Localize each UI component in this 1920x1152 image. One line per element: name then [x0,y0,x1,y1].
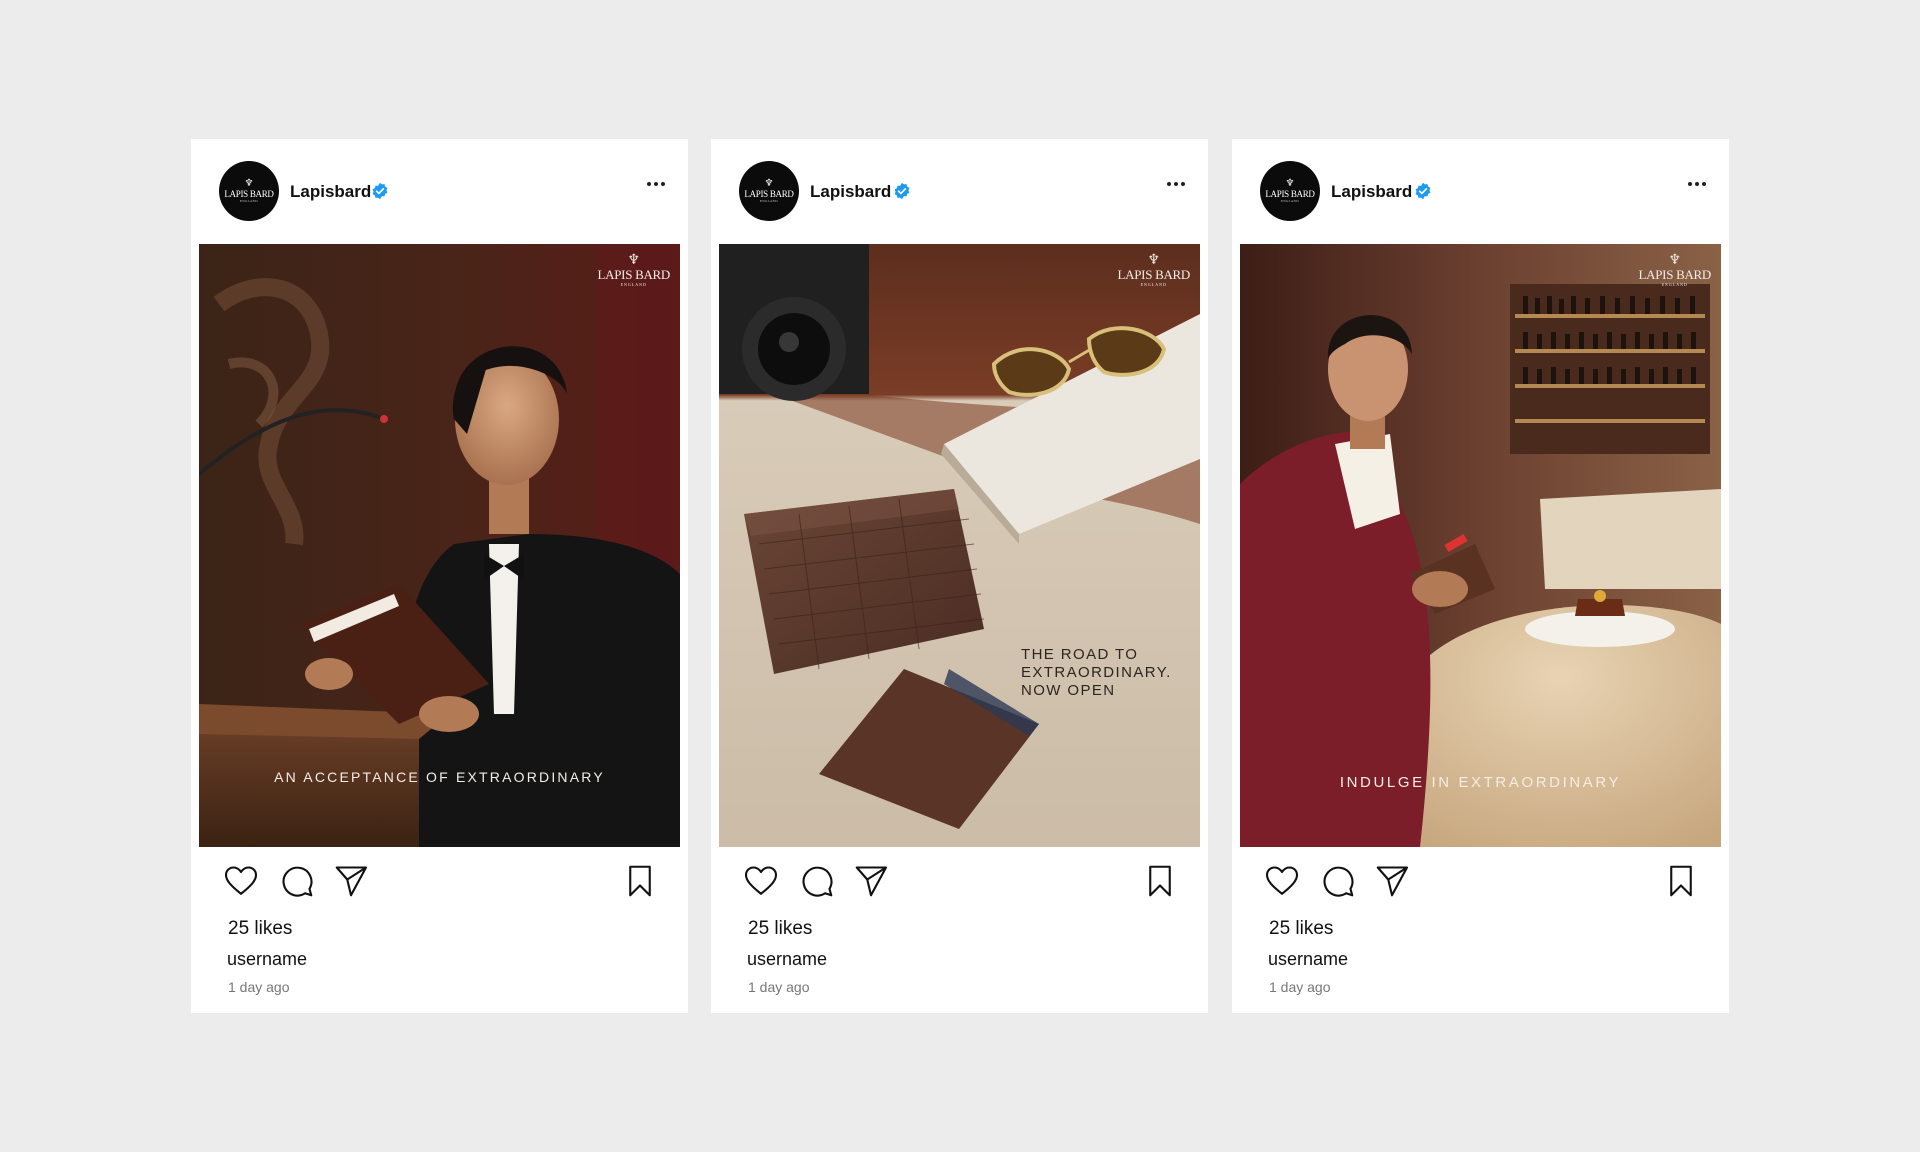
heart-icon[interactable] [1264,863,1300,899]
lyre-icon: ♆ [627,253,641,268]
post-image[interactable]: ♆ LAPIS BARD ENGLAND INDULGE IN EXTRAORD… [1240,244,1721,847]
caption-line: THE ROAD TO [1021,646,1139,663]
more-options-button[interactable] [642,175,670,193]
lyre-icon: ♆ [244,178,254,189]
likes-count[interactable]: 25 likes [228,918,292,940]
post-actions [711,859,1208,903]
more-dot [1702,182,1706,186]
more-dot [1695,182,1699,186]
send-icon[interactable] [333,863,369,899]
more-options-icon [647,182,651,186]
lyre-icon: ♆ [1668,253,1682,268]
post-header: ♆ LAPIS BARD ENGLAND Lapisbard [711,139,1208,244]
bookmark-icon[interactable] [1142,863,1178,899]
post-header: ♆ LAPIS BARD ENGLAND Lapisbard [191,139,688,244]
likes-count[interactable]: 25 likes [1269,918,1333,940]
avatar-logo-subtext: ENGLAND [240,199,258,203]
account-name[interactable]: Lapisbard [810,182,891,202]
post-timestamp: 1 day ago [228,979,290,995]
post-card-1: ♆ LAPIS BARD ENGLAND Lapisbard ♆ LAPIS B… [191,139,688,1013]
more-options-button[interactable] [1162,175,1190,193]
image-logo-text: LAPIS BARD [1117,267,1191,282]
bookmark-icon[interactable] [622,863,658,899]
image-caption: INDULGE IN EXTRAORDINARY [1339,774,1622,791]
lyre-icon: ♆ [1285,178,1295,189]
post-photo-wallets [719,244,1200,847]
verified-badge-icon [372,182,388,200]
post-image[interactable]: ♆ LAPIS BARD ENGLAND THE ROAD TO EXTRAOR… [719,244,1200,847]
more-options-icon [1688,182,1692,186]
image-caption: AN ACCEPTANCE OF EXTRAORDINARY [274,769,605,785]
username[interactable]: username [1268,949,1348,970]
comment-icon[interactable] [1320,863,1356,899]
caption-line: EXTRAORDINARY. [1021,664,1172,681]
heart-icon[interactable] [223,863,259,899]
comment-icon[interactable] [279,863,315,899]
comment-icon[interactable] [799,863,835,899]
post-card-2: ♆ LAPIS BARD ENGLAND Lapisbard ♆ LAPIS B… [711,139,1208,1013]
post-header: ♆ LAPIS BARD ENGLAND Lapisbard [1232,139,1729,244]
image-logo-text: LAPIS BARD [1638,267,1712,282]
more-dot [661,182,665,186]
post-timestamp: 1 day ago [1269,979,1331,995]
image-brand-logo: ♆ LAPIS BARD ENGLAND [598,254,671,288]
avatar[interactable]: ♆ LAPIS BARD ENGLAND [219,161,279,221]
avatar[interactable]: ♆ LAPIS BARD ENGLAND [739,161,799,221]
image-logo-text: LAPIS BARD [597,267,671,282]
more-dot [1181,182,1185,186]
post-actions [191,859,688,903]
post-image[interactable]: ♆ LAPIS BARD ENGLAND AN ACCEPTANCE OF EX… [199,244,680,847]
post-actions [1232,859,1729,903]
post-timestamp: 1 day ago [748,979,810,995]
verified-badge-icon [894,182,910,200]
image-logo-subtext: ENGLAND [1661,282,1688,287]
lyre-icon: ♆ [1147,253,1161,268]
image-logo-subtext: ENGLAND [1140,282,1167,287]
account-name[interactable]: Lapisbard [1331,182,1412,202]
post-card-3: ♆ LAPIS BARD ENGLAND Lapisbard ♆ LAPIS B… [1232,139,1729,1013]
heart-icon[interactable] [743,863,779,899]
avatar[interactable]: ♆ LAPIS BARD ENGLAND [1260,161,1320,221]
image-logo-subtext: ENGLAND [620,282,647,287]
avatar-logo-text: LAPIS BARD [744,189,794,199]
more-options-button[interactable] [1683,175,1711,193]
verified-badge-icon [1415,182,1431,200]
send-icon[interactable] [853,863,889,899]
send-icon[interactable] [1374,863,1410,899]
bookmark-icon[interactable] [1663,863,1699,899]
caption-line: NOW OPEN [1021,682,1116,699]
avatar-logo-text: LAPIS BARD [1265,189,1315,199]
post-photo-restaurant [1240,244,1721,847]
lyre-icon: ♆ [764,178,774,189]
avatar-logo-text: LAPIS BARD [224,189,274,199]
image-caption: THE ROAD TO EXTRAORDINARY. NOW OPEN [1021,646,1172,700]
username[interactable]: username [227,949,307,970]
username[interactable]: username [747,949,827,970]
more-options-icon [1167,182,1171,186]
likes-count[interactable]: 25 likes [748,918,812,940]
post-photo-tuxedo [199,244,680,847]
avatar-logo-subtext: ENGLAND [760,199,778,203]
image-brand-logo: ♆ LAPIS BARD ENGLAND [1118,254,1191,288]
avatar-logo-subtext: ENGLAND [1281,199,1299,203]
image-brand-logo: ♆ LAPIS BARD ENGLAND [1639,254,1712,288]
more-dot [1174,182,1178,186]
account-name[interactable]: Lapisbard [290,182,371,202]
more-dot [654,182,658,186]
